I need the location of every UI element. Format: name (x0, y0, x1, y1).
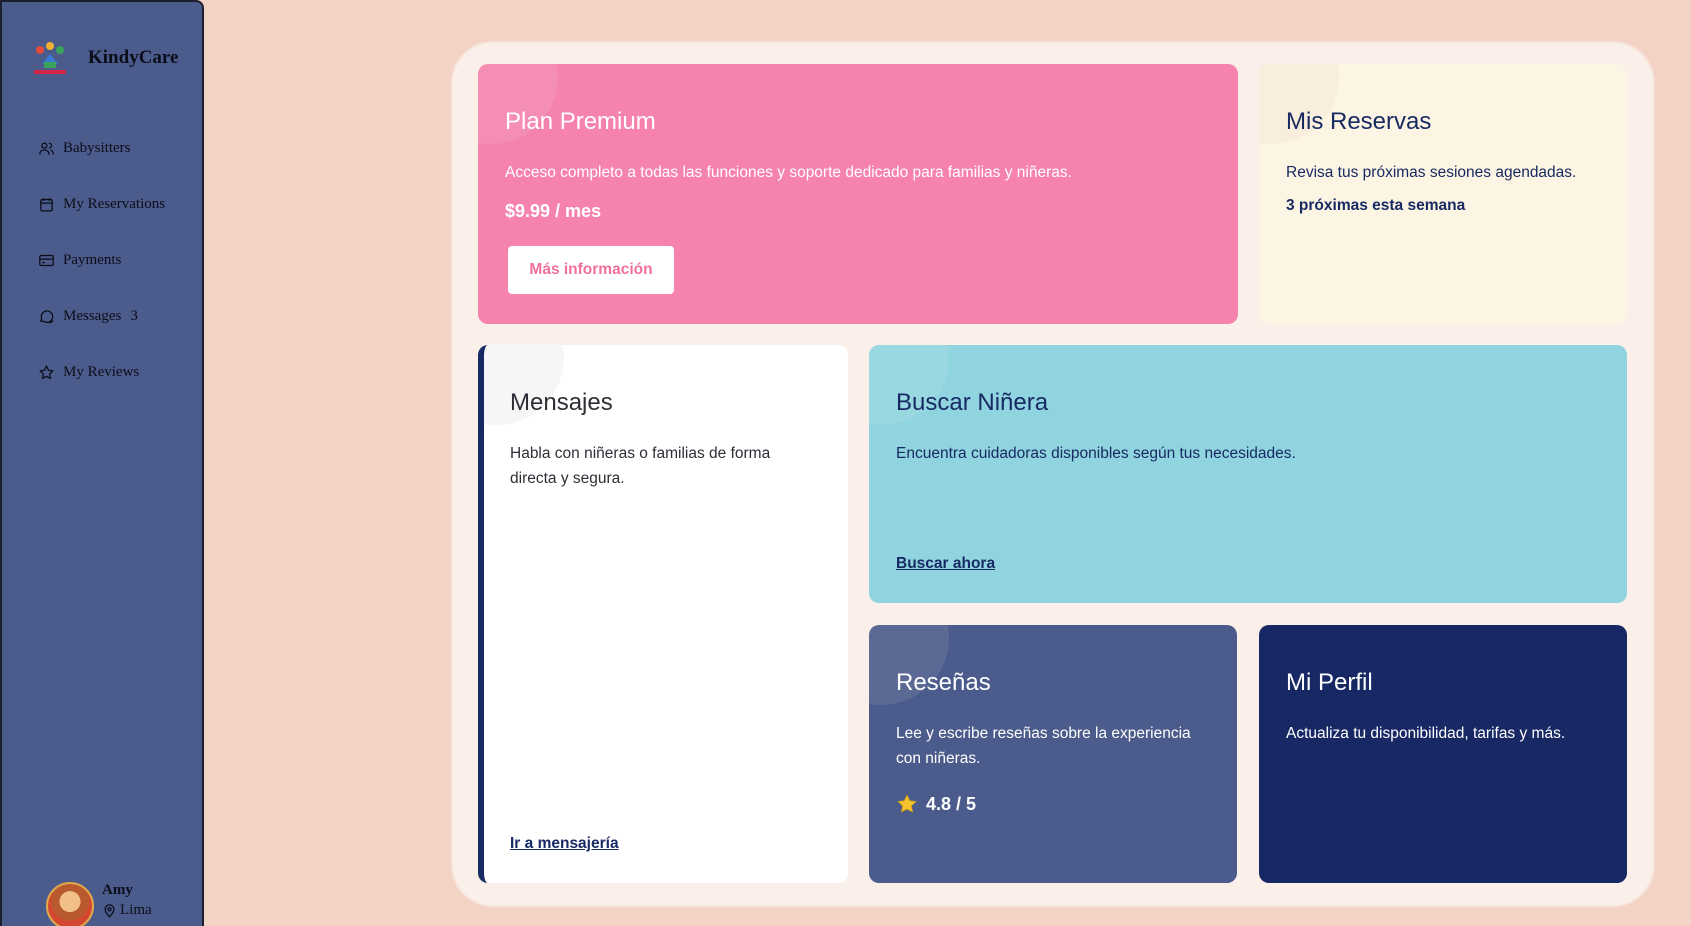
sidebar: KindyCare Babysitters My Reservations Pa… (0, 0, 204, 926)
card-title: Plan Premium (505, 108, 656, 135)
card-title: Mi Perfil (1286, 669, 1373, 696)
card-plan-premium: Plan Premium Acceso completo a todas las… (478, 64, 1238, 324)
star-icon (39, 364, 54, 379)
users-icon (39, 142, 54, 155)
card-title: Buscar Niñera (896, 389, 1049, 416)
card-title: Reseñas (896, 669, 991, 696)
upcoming-reservations-count: 3 próximas esta semana (1286, 197, 1466, 214)
app-name: KindyCare (88, 47, 179, 68)
card-description: Actualiza tu disponibilidad, tarifas y m… (1286, 725, 1566, 742)
more-info-button[interactable]: Más información (508, 246, 674, 294)
sidebar-item-my-reservations[interactable]: My Reservations (38, 176, 165, 232)
chat-icon (40, 309, 54, 323)
star-icon (897, 794, 917, 813)
user-profile[interactable]: Amy Lima (46, 882, 152, 926)
brand[interactable]: KindyCare (30, 38, 178, 78)
rating-value: 4.8 / 5 (926, 793, 977, 814)
user-location: Lima (120, 902, 152, 918)
sidebar-item-label: My Reservations (63, 195, 166, 212)
sidebar-nav: Babysitters My Reservations Payments Mes… (38, 120, 165, 400)
card-description: Revisa tus próximas sesiones agendadas. (1286, 164, 1577, 181)
sidebar-item-label: Messages (63, 307, 122, 324)
premium-price: $9.99 / mes (505, 201, 602, 221)
card-resenas[interactable]: Reseñas Lee y escribe reseñas sobre la e… (869, 625, 1237, 883)
messages-count-badge: 3 (130, 307, 138, 324)
rating-summary: 4.8 / 5 (896, 793, 976, 815)
card-description: Lee y escribe reseñas sobre la experienc… (896, 725, 1191, 767)
card-buscar-ninera: Buscar Niñera Encuentra cuidadoras dispo… (869, 345, 1627, 603)
avatar (46, 882, 94, 926)
sidebar-item-my-reviews[interactable]: My Reviews (38, 344, 165, 400)
card-description: Habla con niñeras o familias de forma di… (510, 445, 771, 487)
go-to-messaging-link[interactable]: Ir a mensajería (510, 835, 619, 853)
sidebar-item-label: My Reviews (63, 363, 140, 380)
search-now-link[interactable]: Buscar ahora (896, 555, 995, 573)
sidebar-item-messages[interactable]: Messages 3 (38, 288, 165, 344)
card-title: Mensajes (510, 389, 613, 416)
card-description: Encuentra cuidadoras disponibles según t… (896, 445, 1296, 462)
calendar-icon (40, 197, 53, 212)
card-title: Mis Reservas (1286, 108, 1432, 135)
sidebar-item-label: Payments (63, 251, 122, 268)
card-mis-reservas[interactable]: Mis Reservas Revisa tus próximas sesione… (1259, 64, 1627, 324)
kindycare-logo (34, 42, 66, 74)
card-description: Acceso completo a todas las funciones y … (505, 164, 1072, 181)
user-name: Amy (102, 882, 133, 898)
sidebar-item-payments[interactable]: Payments (38, 232, 165, 288)
card-mensajes: Mensajes Habla con niñeras o familias de… (478, 345, 848, 883)
card-mi-perfil[interactable]: Mi Perfil Actualiza tu disponibilidad, t… (1259, 625, 1627, 883)
credit-card-icon (39, 254, 54, 266)
sidebar-item-babysitters[interactable]: Babysitters (38, 120, 165, 176)
location-pin-icon (104, 904, 115, 918)
sidebar-item-label: Babysitters (63, 139, 131, 156)
